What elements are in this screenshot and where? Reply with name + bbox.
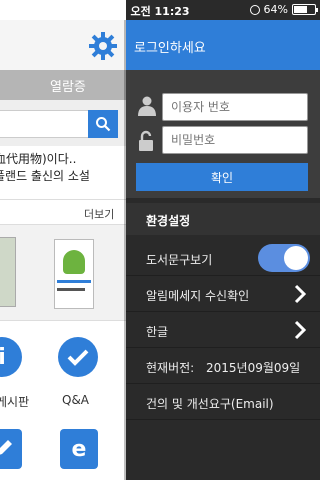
search-button[interactable] <box>88 110 118 138</box>
search-icon <box>96 117 111 132</box>
book-cover[interactable] <box>54 239 94 309</box>
setting-row-version: 현재버전: 2015년09월09일 <box>126 348 320 384</box>
checkmark-icon[interactable] <box>58 337 98 377</box>
notice-line-2: 플랜드 출신의 소설 <box>0 169 90 183</box>
book-carousel <box>0 224 126 320</box>
user-id-input[interactable] <box>162 93 308 121</box>
background-header <box>0 20 126 70</box>
settings-header: 환경설정 <box>126 203 320 235</box>
background-menu-grid: i 게시판 Q&A e <box>0 320 126 480</box>
bookmark-view-label: 도서문구보기 <box>146 253 213 267</box>
background-page: 열람증 血代用物)이다.. 플랜드 출신의 소설 더보기 i 게시판 Q&A e <box>0 0 126 480</box>
chevron-right-icon <box>294 284 306 304</box>
drawer-title: 로그인하세요 <box>134 41 206 56</box>
status-bar: 서비스 안 됨 오전 11:23 64% <box>0 0 320 20</box>
ebook-icon[interactable]: e <box>60 429 98 469</box>
cover-title-bar <box>57 288 85 291</box>
feedback-label: 건의 및 개선요구(Email) <box>146 397 274 411</box>
tab-library-card[interactable]: 열람증 <box>50 76 86 95</box>
settings-title: 환경설정 <box>146 214 191 228</box>
battery-icon <box>292 4 318 15</box>
more-link[interactable]: 더보기 <box>84 206 114 222</box>
side-drawer: 로그인하세요 확인 환경설정 도서문구보기 알림메세지 수신확인 한글 현 <box>126 0 320 480</box>
status-right: 64% <box>249 3 318 16</box>
confirm-button[interactable]: 확인 <box>136 163 308 191</box>
background-search-input[interactable] <box>0 110 90 138</box>
background-tabbar: 열람증 <box>0 70 126 100</box>
setting-row-language[interactable]: 한글 <box>126 312 320 348</box>
setting-row-bookmark-view: 도서문구보기 <box>126 240 320 276</box>
edit-icon[interactable] <box>0 429 22 469</box>
version-label: 현재버전: <box>146 361 195 375</box>
bookmark-view-toggle[interactable] <box>258 244 310 272</box>
notice-line-1: 血代用物)이다.. <box>0 152 77 166</box>
notice-preview[interactable]: 血代用物)이다.. 플랜드 출신의 소설 <box>0 146 126 200</box>
drawer-header: 로그인하세요 <box>126 20 320 70</box>
rotation-lock-icon <box>249 4 260 15</box>
setting-row-notify[interactable]: 알림메세지 수신확인 <box>126 276 320 312</box>
chevron-right-icon <box>294 320 306 340</box>
version-value: 2015년09월09일 <box>206 361 301 375</box>
lock-icon <box>139 130 153 151</box>
info-icon[interactable]: i <box>0 337 22 377</box>
notify-label: 알림메세지 수신확인 <box>146 289 250 303</box>
password-input[interactable] <box>162 126 308 154</box>
menu-label-board: 게시판 <box>0 395 30 409</box>
cover-title-bar <box>57 280 91 283</box>
toggle-knob <box>284 246 308 270</box>
battery-percent: 64% <box>263 3 288 16</box>
book-cover[interactable] <box>0 237 16 307</box>
setting-row-feedback[interactable]: 건의 및 개선요구(Email) <box>126 384 320 420</box>
android-icon <box>63 250 85 274</box>
background-search-area <box>0 100 126 146</box>
login-panel: 확인 <box>126 70 320 198</box>
user-icon <box>138 96 156 116</box>
menu-label-qa: Q&A <box>62 393 90 407</box>
language-label: 한글 <box>146 325 169 339</box>
gear-icon[interactable] <box>88 31 118 61</box>
